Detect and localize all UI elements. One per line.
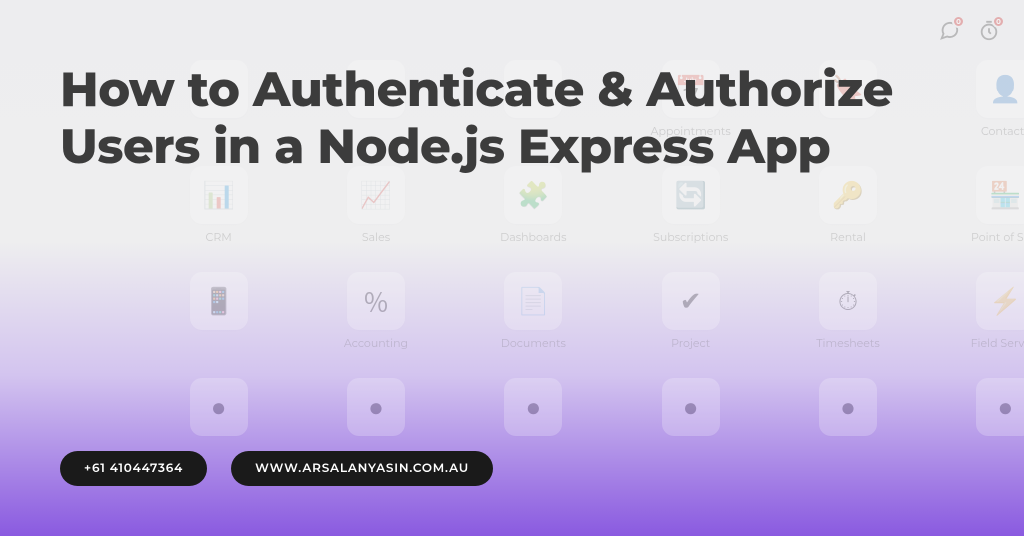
pos-icon: 🏪 bbox=[976, 166, 1024, 224]
bg-app-tile: ● bbox=[327, 378, 424, 442]
app-label: CRM bbox=[206, 230, 232, 244]
bg-app-tile: 🔄Subscriptions bbox=[642, 166, 739, 244]
project-icon: ✔ bbox=[662, 272, 720, 330]
chat-icon: 0 bbox=[936, 18, 962, 44]
banner-canvas: 📅Appointments 🔖 👤Contacts 📊CRM 📈Sales 🧩D… bbox=[0, 0, 1024, 536]
bg-app-tile: ● bbox=[642, 378, 739, 442]
bg-app-tile: 📱 bbox=[170, 272, 267, 350]
website-pill: WWW.ARSALANYASIN.COM.AU bbox=[231, 451, 493, 486]
bg-app-tile: 🏪 Point of Sale bbox=[957, 166, 1024, 244]
bg-app-tile: ⏱ Timesheets bbox=[799, 272, 896, 350]
bg-app-tile: ● bbox=[957, 378, 1024, 442]
field-service-icon: ⚡ bbox=[976, 272, 1024, 330]
app-icon: ● bbox=[976, 378, 1024, 436]
bg-app-tile: 📈Sales bbox=[327, 166, 424, 244]
app-label: Documents bbox=[501, 336, 566, 350]
bg-app-tile: ％ Accounting bbox=[327, 272, 424, 350]
app-label: Dashboards bbox=[500, 230, 566, 244]
chat-badge: 0 bbox=[952, 15, 965, 28]
bg-app-tile: ● bbox=[485, 378, 582, 442]
top-right-icons: 0 0 bbox=[936, 18, 1002, 44]
timesheets-icon: ⏱ bbox=[819, 272, 877, 330]
app-icon: ● bbox=[347, 378, 405, 436]
phone-pill: +61 410447364 bbox=[60, 451, 207, 486]
bg-app-tile: 📄 Documents bbox=[485, 272, 582, 350]
bg-app-tile: ● bbox=[799, 378, 896, 442]
contact-pill-row: +61 410447364 WWW.ARSALANYASIN.COM.AU bbox=[60, 451, 493, 486]
app-label: Point of Sale bbox=[971, 230, 1024, 244]
documents-icon: 📄 bbox=[504, 272, 562, 330]
app-icon: 📱 bbox=[190, 272, 248, 330]
app-label: Subscriptions bbox=[653, 230, 728, 244]
bg-app-tile: ✔ Project bbox=[642, 272, 739, 350]
app-label: Project bbox=[671, 336, 710, 350]
app-label: Accounting bbox=[344, 336, 408, 350]
app-label: Field Service bbox=[971, 336, 1024, 350]
app-icon: ● bbox=[819, 378, 877, 436]
app-label: Sales bbox=[362, 230, 390, 244]
app-icon: ● bbox=[662, 378, 720, 436]
bg-app-tile: 👤 Contacts bbox=[957, 60, 1024, 138]
app-icon: ● bbox=[190, 378, 248, 436]
app-label: Contacts bbox=[981, 124, 1024, 138]
bg-app-tile: 📊CRM bbox=[170, 166, 267, 244]
app-icon: ● bbox=[504, 378, 562, 436]
bg-app-tile: 🔑Rental bbox=[799, 166, 896, 244]
app-label: Rental bbox=[830, 230, 866, 244]
bg-app-tile: ⚡ Field Service bbox=[957, 272, 1024, 350]
accounting-icon: ％ bbox=[347, 272, 405, 330]
timer-badge: 0 bbox=[992, 15, 1005, 28]
app-label: Timesheets bbox=[816, 336, 880, 350]
contact-icon: 👤 bbox=[976, 60, 1024, 118]
bg-app-tile: ● bbox=[170, 378, 267, 442]
bg-app-tile: 🧩Dashboards bbox=[485, 166, 582, 244]
page-title: How to Authenticate & Authorize Users in… bbox=[60, 62, 944, 175]
timer-icon: 0 bbox=[976, 18, 1002, 44]
